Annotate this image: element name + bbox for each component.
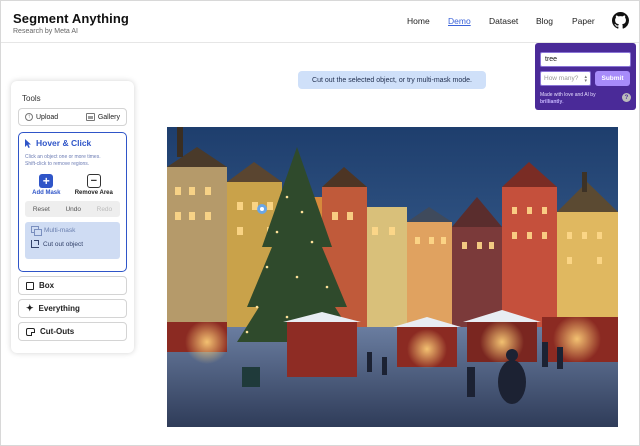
multi-mask-label: Multi-mask bbox=[44, 226, 76, 234]
credit-suffix: . bbox=[562, 98, 564, 105]
add-mask-button[interactable]: + Add Mask bbox=[32, 174, 60, 196]
cut-out-icon bbox=[31, 240, 39, 248]
cutouts-icon bbox=[26, 327, 35, 336]
box-tool[interactable]: Box bbox=[18, 276, 127, 295]
help-icon[interactable]: ? bbox=[622, 93, 631, 102]
cutouts-tool[interactable]: Cut-Outs bbox=[18, 322, 127, 341]
everything-tool[interactable]: ✦ Everything bbox=[18, 299, 127, 318]
popup-credit: Made with love and AI by brilliantly. bbox=[540, 92, 610, 105]
cut-out-label: Cut out object bbox=[43, 240, 84, 248]
image-canvas[interactable] bbox=[167, 127, 618, 427]
mask-mode-row: + Add Mask − Remove Area bbox=[25, 174, 120, 196]
tools-title: Tools bbox=[22, 94, 41, 103]
box-icon bbox=[26, 281, 34, 290]
github-icon[interactable] bbox=[612, 12, 629, 29]
credit-brand-link[interactable]: brilliantly bbox=[540, 99, 562, 105]
christmas-market-square-photo[interactable] bbox=[167, 127, 618, 427]
tools-panel: Tools ↑ Upload Gallery Hover & Click Cli… bbox=[11, 81, 134, 353]
prompt-input[interactable] bbox=[540, 52, 631, 67]
nav-blog[interactable]: Blog bbox=[536, 16, 553, 26]
multi-mask-toggle[interactable]: Multi-mask bbox=[31, 226, 114, 236]
everything-tool-label: Everything bbox=[38, 304, 80, 313]
text-prompt-popup: How many? ▴▾ Submit Made with love and A… bbox=[535, 43, 636, 110]
gallery-icon bbox=[85, 113, 95, 121]
count-placeholder: How many? bbox=[544, 75, 579, 82]
add-mask-label: Add Mask bbox=[32, 190, 61, 196]
hover-click-label: Hover & Click bbox=[36, 138, 92, 148]
count-input[interactable]: How many? ▴ ▾ bbox=[540, 71, 591, 86]
multi-mask-icon bbox=[31, 226, 42, 236]
nav-dataset[interactable]: Dataset bbox=[489, 16, 518, 26]
nav-demo[interactable]: Demo bbox=[448, 16, 471, 26]
gallery-label: Gallery bbox=[97, 113, 120, 121]
stepper-icon[interactable]: ▴ ▾ bbox=[584, 74, 587, 83]
hover-click-header: Hover & Click bbox=[25, 138, 120, 148]
remove-area-label: Remove Area bbox=[74, 190, 113, 196]
nav-home[interactable]: Home bbox=[407, 16, 430, 26]
hint-bubble: Cut out the selected object, or try mult… bbox=[298, 71, 486, 89]
box-tool-label: Box bbox=[39, 281, 55, 290]
remove-area-button[interactable]: − Remove Area bbox=[75, 174, 113, 196]
brand: Segment Anything Research by Meta AI bbox=[13, 11, 129, 35]
upload-gallery-row: ↑ Upload Gallery bbox=[18, 108, 127, 126]
reset-button[interactable]: Reset bbox=[33, 206, 50, 213]
cursor-icon bbox=[25, 138, 31, 148]
plus-icon: + bbox=[39, 174, 54, 188]
nav-paper[interactable]: Paper bbox=[572, 16, 595, 26]
upload-button[interactable]: ↑ Upload bbox=[25, 113, 58, 121]
hover-click-tool[interactable]: Hover & Click Click an object one or mor… bbox=[18, 132, 127, 272]
cutouts-tool-label: Cut-Outs bbox=[40, 327, 75, 336]
gallery-button[interactable]: Gallery bbox=[85, 113, 120, 121]
multi-mask-panel: Multi-mask Cut out object bbox=[25, 222, 120, 259]
hover-click-description: Click an object one or more times. Shift… bbox=[25, 154, 120, 168]
undo-button[interactable]: Undo bbox=[65, 206, 81, 213]
site-subtitle: Research by Meta AI bbox=[13, 28, 78, 35]
upload-label: Upload bbox=[36, 113, 59, 121]
description-line-2: Shift-click to remove regions. bbox=[25, 161, 90, 167]
description-line-1: Click an object one or more times. bbox=[25, 154, 101, 160]
submit-button[interactable]: Submit bbox=[595, 71, 630, 86]
credit-text: Made with love and AI by bbox=[540, 92, 596, 98]
popup-controls: How many? ▴ ▾ Submit bbox=[540, 71, 631, 86]
history-controls: Reset Undo Redo bbox=[25, 201, 120, 217]
site-title[interactable]: Segment Anything bbox=[13, 11, 129, 26]
upload-icon: ↑ bbox=[25, 113, 33, 121]
redo-button[interactable]: Redo bbox=[97, 206, 113, 213]
sparkle-icon: ✦ bbox=[26, 303, 34, 313]
minus-icon: − bbox=[86, 174, 101, 188]
app-window: Segment Anything Research by Meta AI Hom… bbox=[0, 0, 640, 446]
cut-out-object-button[interactable]: Cut out object bbox=[31, 240, 114, 248]
